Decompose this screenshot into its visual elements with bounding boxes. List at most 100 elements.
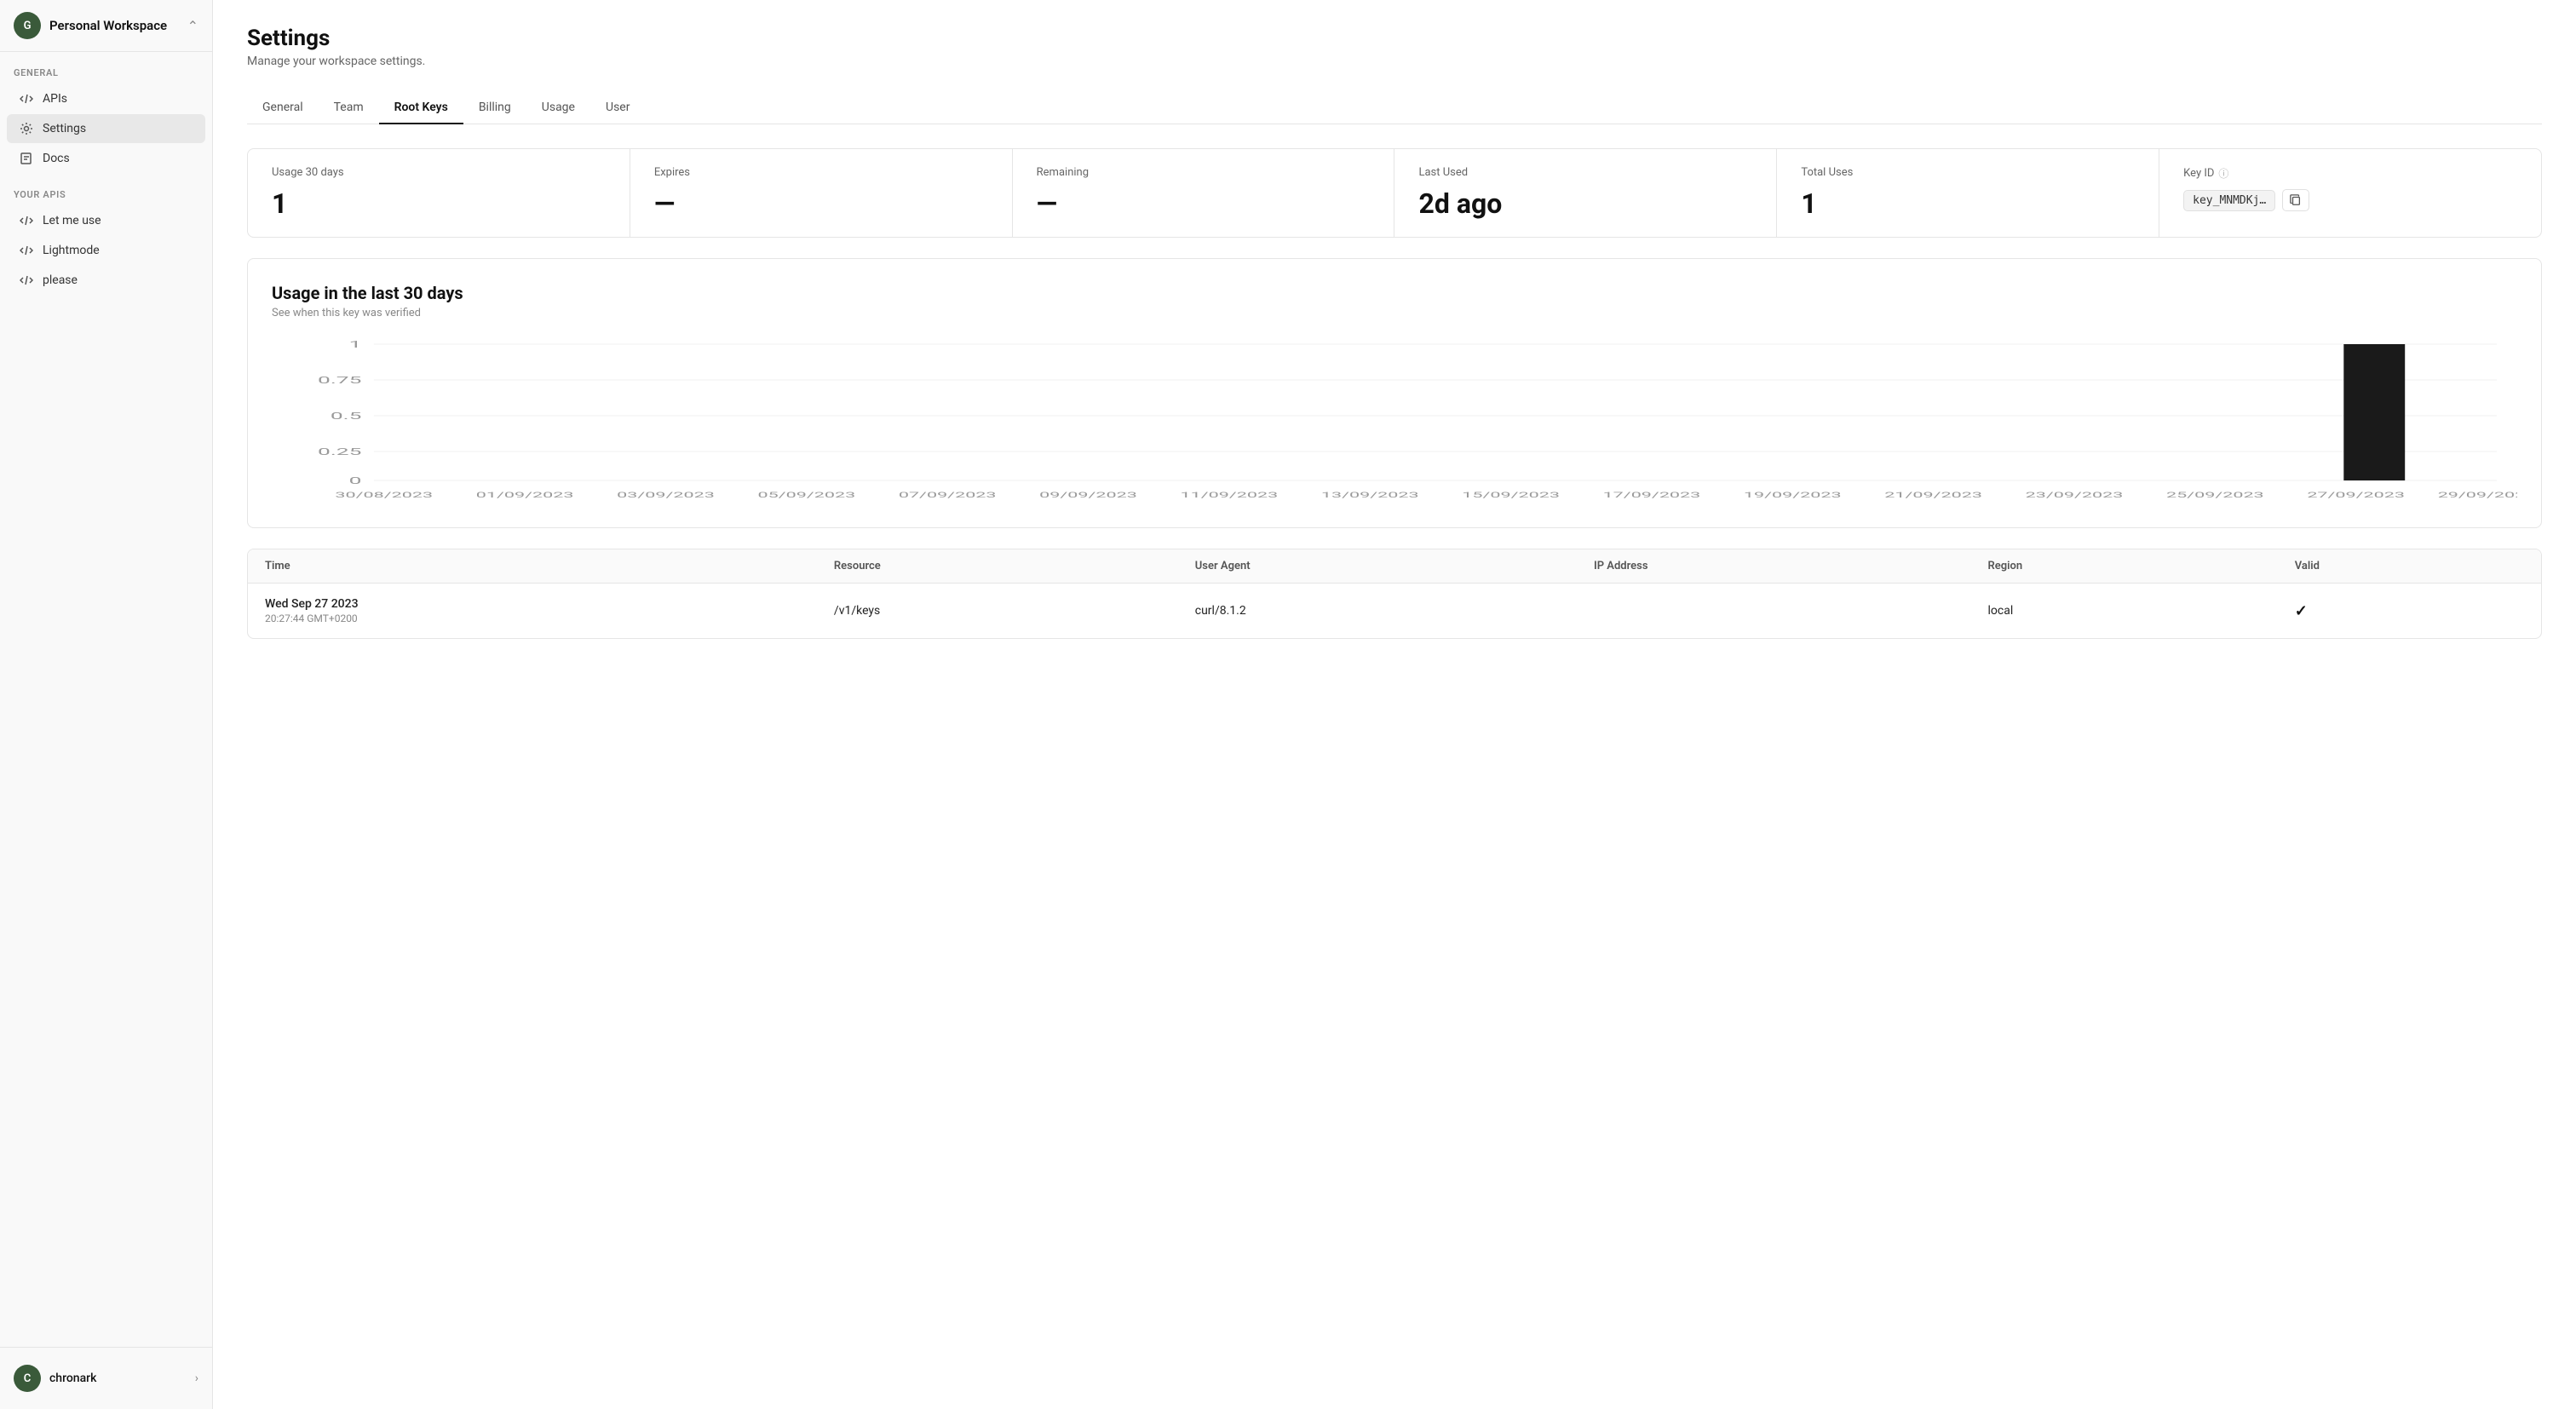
stat-usage-30-value: 1 [272, 187, 606, 220]
sidebar-your-apis-section: Your APIs Let me use Lightmode please [0, 174, 212, 296]
tab-billing[interactable]: Billing [463, 92, 526, 124]
sidebar-item-settings[interactable]: Settings [7, 114, 205, 143]
svg-text:0.25: 0.25 [318, 446, 361, 457]
cell-region: local [1971, 584, 2278, 639]
svg-text:03/09/2023: 03/09/2023 [617, 491, 715, 499]
key-id-value: key_MNMDKj… [2183, 189, 2517, 211]
svg-text:01/09/2023: 01/09/2023 [476, 491, 574, 499]
cell-ip-address [1577, 584, 1971, 639]
svg-text:23/09/2023: 23/09/2023 [2026, 491, 2124, 499]
col-user-agent: User Agent [1178, 549, 1577, 584]
chart-svg: 1 0.75 0.5 0.25 0 30/08/2023 01/09/2023 … [272, 340, 2517, 510]
key-id-badge: key_MNMDKj… [2183, 190, 2275, 211]
sidebar-item-please[interactable]: please [7, 266, 205, 295]
svg-text:27/09/2023: 27/09/2023 [2307, 491, 2405, 499]
user-info: C chronark [14, 1365, 96, 1392]
book-icon [19, 151, 34, 166]
svg-text:07/09/2023: 07/09/2023 [899, 491, 997, 499]
stat-last-used-value: 2d ago [1418, 187, 1752, 220]
stat-total-uses-value: 1 [1801, 187, 2135, 220]
svg-text:19/09/2023: 19/09/2023 [1744, 491, 1842, 499]
col-valid: Valid [2278, 549, 2541, 584]
svg-text:05/09/2023: 05/09/2023 [757, 491, 855, 499]
tab-team[interactable]: Team [319, 92, 379, 124]
sidebar-item-lightmode[interactable]: Lightmode [7, 236, 205, 265]
page-title: Settings [247, 26, 2542, 51]
svg-text:21/09/2023: 21/09/2023 [1884, 491, 1982, 499]
stat-remaining-label: Remaining [1037, 166, 1371, 179]
col-ip-address: IP Address [1577, 549, 1971, 584]
chart-subtitle: See when this key was verified [272, 307, 2517, 319]
stat-total-uses-label: Total Uses [1801, 166, 2135, 179]
user-name: chronark [49, 1372, 96, 1385]
cell-valid: ✓ [2278, 584, 2541, 639]
user-menu[interactable]: C chronark › [7, 1358, 205, 1399]
chart-area: 1 0.75 0.5 0.25 0 30/08/2023 01/09/2023 … [272, 340, 2517, 510]
info-icon: ⓘ [2218, 166, 2228, 181]
settings-tabs: General Team Root Keys Billing Usage Use… [247, 92, 2542, 124]
stat-usage-30-label: Usage 30 days [272, 166, 606, 179]
tab-general[interactable]: General [247, 92, 319, 124]
sidebar-item-let-me-use-label: Let me use [43, 214, 101, 227]
table-section: Time Resource User Agent IP Address Regi… [247, 549, 2542, 639]
tab-usage[interactable]: Usage [526, 92, 590, 124]
sidebar-item-please-label: please [43, 273, 78, 287]
code-icon-2 [19, 213, 34, 228]
stat-last-used-label: Last Used [1418, 166, 1752, 179]
sidebar-item-let-me-use[interactable]: Let me use [7, 206, 205, 235]
stat-expires: Expires — [630, 149, 1013, 237]
workspace-name: Personal Workspace [49, 18, 167, 33]
col-time: Time [248, 549, 817, 584]
sidebar-bottom: C chronark › [0, 1347, 212, 1409]
stat-usage-30: Usage 30 days 1 [248, 149, 630, 237]
svg-text:0: 0 [349, 475, 362, 486]
data-table: Time Resource User Agent IP Address Regi… [248, 549, 2541, 638]
stats-card: Usage 30 days 1 Expires — Remaining — La… [247, 148, 2542, 238]
chevron-up-down-icon: ⌃ [187, 18, 198, 34]
chevron-right-icon: › [195, 1372, 198, 1385]
table-header-row: Time Resource User Agent IP Address Regi… [248, 549, 2541, 584]
svg-text:0.5: 0.5 [331, 411, 362, 422]
your-apis-section-label: Your APIs [0, 174, 212, 205]
gear-icon [19, 121, 34, 136]
table-row: Wed Sep 27 2023 20:27:44 GMT+0200 /v1/ke… [248, 584, 2541, 639]
svg-text:15/09/2023: 15/09/2023 [1462, 491, 1560, 499]
general-section-label: General [0, 52, 212, 83]
main-content: Settings Manage your workspace settings.… [213, 0, 2576, 1409]
sidebar-item-docs-label: Docs [43, 152, 70, 165]
code-icon-3 [19, 243, 34, 258]
sidebar-item-settings-label: Settings [43, 122, 86, 135]
page-subtitle: Manage your workspace settings. [247, 55, 2542, 68]
svg-text:25/09/2023: 25/09/2023 [2166, 491, 2264, 499]
svg-text:29/09/2023: 29/09/2023 [2438, 491, 2517, 499]
cell-resource: /v1/keys [817, 584, 1178, 639]
sidebar-general-section: General APIs Settings Docs [0, 52, 212, 174]
svg-text:11/09/2023: 11/09/2023 [1181, 491, 1279, 499]
stat-total-uses: Total Uses 1 [1777, 149, 2159, 237]
stat-remaining-value: — [1037, 187, 1371, 220]
stat-expires-label: Expires [654, 166, 988, 179]
stat-key-id-label: Key ID ⓘ [2183, 166, 2517, 181]
sidebar: G Personal Workspace ⌃ General APIs Sett… [0, 0, 213, 1409]
code-icon-4 [19, 273, 34, 288]
svg-text:13/09/2023: 13/09/2023 [1321, 491, 1419, 499]
tab-root-keys[interactable]: Root Keys [379, 92, 463, 124]
tab-user[interactable]: User [590, 92, 645, 124]
cell-time: Wed Sep 27 2023 20:27:44 GMT+0200 [248, 584, 817, 639]
sidebar-item-docs[interactable]: Docs [7, 144, 205, 173]
stat-remaining: Remaining — [1013, 149, 1395, 237]
sidebar-item-lightmode-label: Lightmode [43, 244, 100, 257]
stat-key-id: Key ID ⓘ key_MNMDKj… [2159, 149, 2541, 237]
sidebar-item-apis-label: APIs [43, 92, 67, 106]
sidebar-header[interactable]: G Personal Workspace ⌃ [0, 0, 212, 52]
sidebar-item-apis[interactable]: APIs [7, 84, 205, 113]
svg-text:1: 1 [349, 340, 362, 350]
copy-key-button[interactable] [2282, 189, 2309, 211]
svg-text:30/08/2023: 30/08/2023 [335, 491, 433, 499]
svg-text:0.75: 0.75 [318, 375, 361, 386]
stat-expires-value: — [654, 187, 988, 220]
workspace-avatar: G [14, 12, 41, 39]
code-icon [19, 91, 34, 106]
chart-section: Usage in the last 30 days See when this … [247, 258, 2542, 528]
col-region: Region [1971, 549, 2278, 584]
